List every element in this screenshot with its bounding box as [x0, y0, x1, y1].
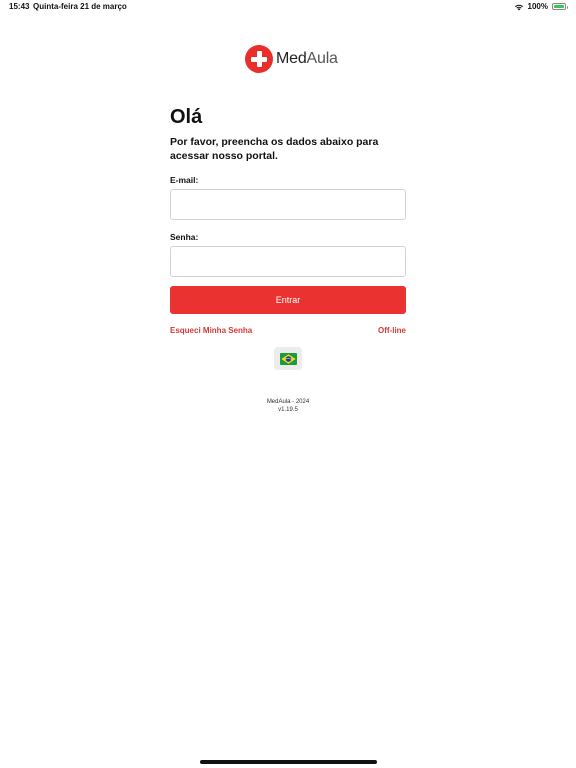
offline-link[interactable]: Off-line [378, 326, 406, 335]
language-button[interactable] [274, 347, 302, 370]
footer-copyright: MedAula - 2024 [266, 399, 310, 405]
status-bar: 15:43 Quinta-feira 21 de março 100% [0, 0, 576, 14]
login-screen: 15:43 Quinta-feira 21 de março 100% MedA… [0, 0, 576, 768]
status-date: Quinta-feira 21 de março [33, 2, 127, 11]
email-field[interactable] [170, 189, 406, 220]
home-indicator[interactable] [200, 760, 377, 764]
battery-percentage: 100% [527, 2, 548, 11]
password-label: Senha: [170, 232, 199, 242]
password-field[interactable] [170, 246, 406, 277]
app-logo: MedAula [245, 45, 338, 73]
login-button[interactable]: Entrar [170, 286, 406, 314]
medical-cross-icon [245, 45, 273, 73]
auth-links: Esqueci Minha Senha Off-line [170, 326, 406, 335]
page-subtitle: Por favor, preencha os dados abaixo para… [170, 136, 379, 162]
wifi-icon [514, 3, 524, 11]
status-time: 15:43 [9, 2, 30, 11]
status-indicators: 100% [514, 2, 568, 11]
footer: MedAula - 2024 v1.19.5 [0, 398, 576, 414]
page-title: Olá [170, 106, 203, 128]
login-form: Olá Por favor, preencha os dados abaixo … [170, 105, 406, 335]
app-version: v1.19.5 [278, 407, 298, 413]
email-label: E-mail: [170, 175, 199, 185]
forgot-password-link[interactable]: Esqueci Minha Senha [170, 326, 252, 335]
logo-text-secondary: Aula [306, 50, 338, 67]
logo-text-primary: Med [276, 50, 307, 67]
logo-wordmark: MedAula [276, 50, 338, 68]
battery-icon [552, 3, 568, 10]
brazil-flag-icon [279, 352, 297, 365]
